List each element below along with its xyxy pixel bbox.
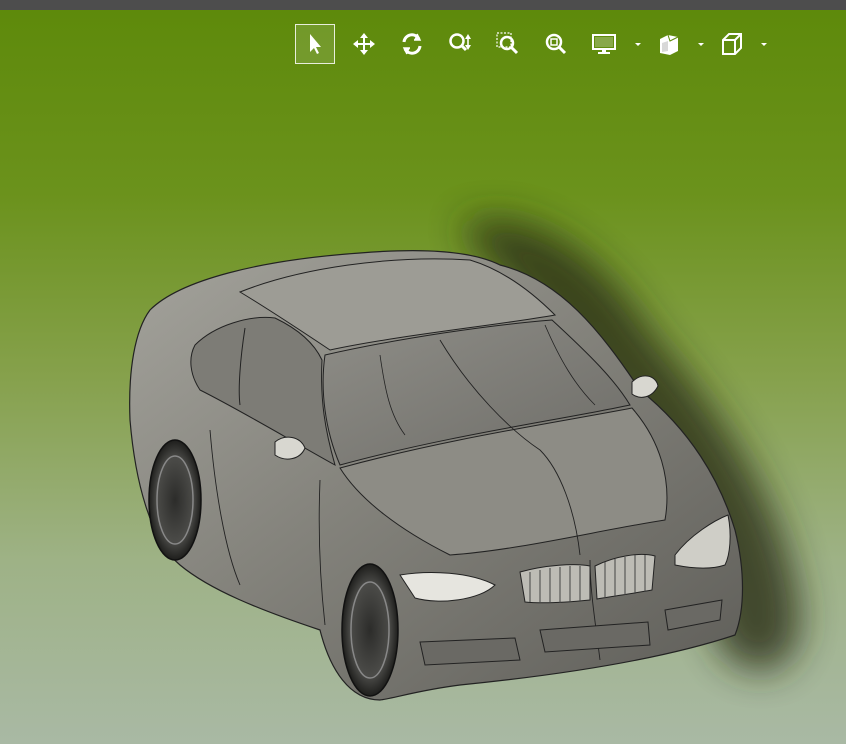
- select-tool-button[interactable]: [295, 24, 335, 64]
- chevron-down-icon[interactable]: [634, 40, 642, 48]
- car-body: [129, 249, 744, 701]
- monitor-icon: [592, 34, 616, 54]
- standard-views-button[interactable]: [712, 24, 752, 64]
- chevron-down-icon[interactable]: [760, 40, 768, 48]
- zoom-updown-icon: [449, 33, 471, 52]
- move-arrows-icon: [353, 33, 375, 55]
- rotate-tool-button[interactable]: [392, 24, 432, 64]
- view-style-icon: [660, 34, 679, 55]
- car-model[interactable]: [0, 10, 846, 744]
- view-style-button[interactable]: [649, 24, 689, 64]
- title-bar-strip: [0, 0, 846, 10]
- 3d-viewport[interactable]: [0, 10, 846, 744]
- display-mode-button[interactable]: [584, 24, 624, 64]
- cube-icon: [722, 33, 742, 55]
- cursor-arrow-icon: [310, 34, 321, 54]
- zoom-fit-icon: [545, 33, 567, 55]
- pan-tool-button[interactable]: [344, 24, 384, 64]
- zoom-tool-button[interactable]: [440, 24, 480, 64]
- zoom-window-tool-button[interactable]: [488, 24, 528, 64]
- rotate-icon: [402, 33, 422, 55]
- zoom-fit-tool-button[interactable]: [536, 24, 576, 64]
- zoom-window-icon: [496, 32, 519, 55]
- chevron-down-icon[interactable]: [697, 40, 705, 48]
